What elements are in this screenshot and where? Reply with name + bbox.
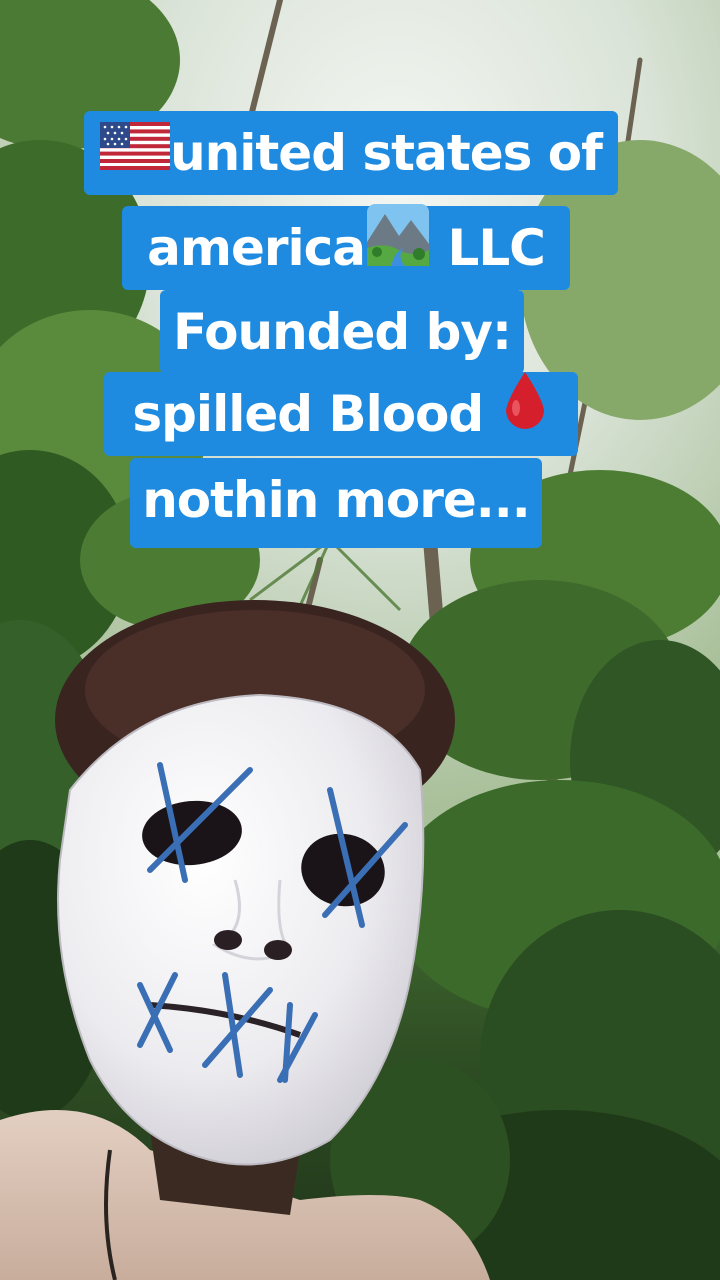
us-flag-emoji	[100, 111, 171, 195]
caption-line-2-suffix: LLC	[431, 219, 545, 277]
video-frame: united states of america LLC Founded by:…	[0, 0, 720, 1280]
caption-line-4: spilled Blood	[104, 372, 578, 456]
caption-line-3: Founded by:	[160, 290, 524, 374]
caption-line-5-text: nothin more...	[142, 471, 531, 529]
caption-line-4-text: spilled Blood	[132, 385, 500, 443]
caption-line-3-text: Founded by:	[173, 303, 512, 361]
caption-line-5: nothin more...	[130, 458, 542, 548]
national-park-emoji	[365, 202, 431, 293]
caption-line-1-text: united states of	[170, 124, 603, 182]
caption-line-2: america LLC	[122, 204, 570, 290]
drop-of-blood-emoji	[500, 370, 550, 457]
caption-line-2-text: america	[147, 219, 366, 277]
caption-line-1: united states of	[84, 111, 618, 195]
